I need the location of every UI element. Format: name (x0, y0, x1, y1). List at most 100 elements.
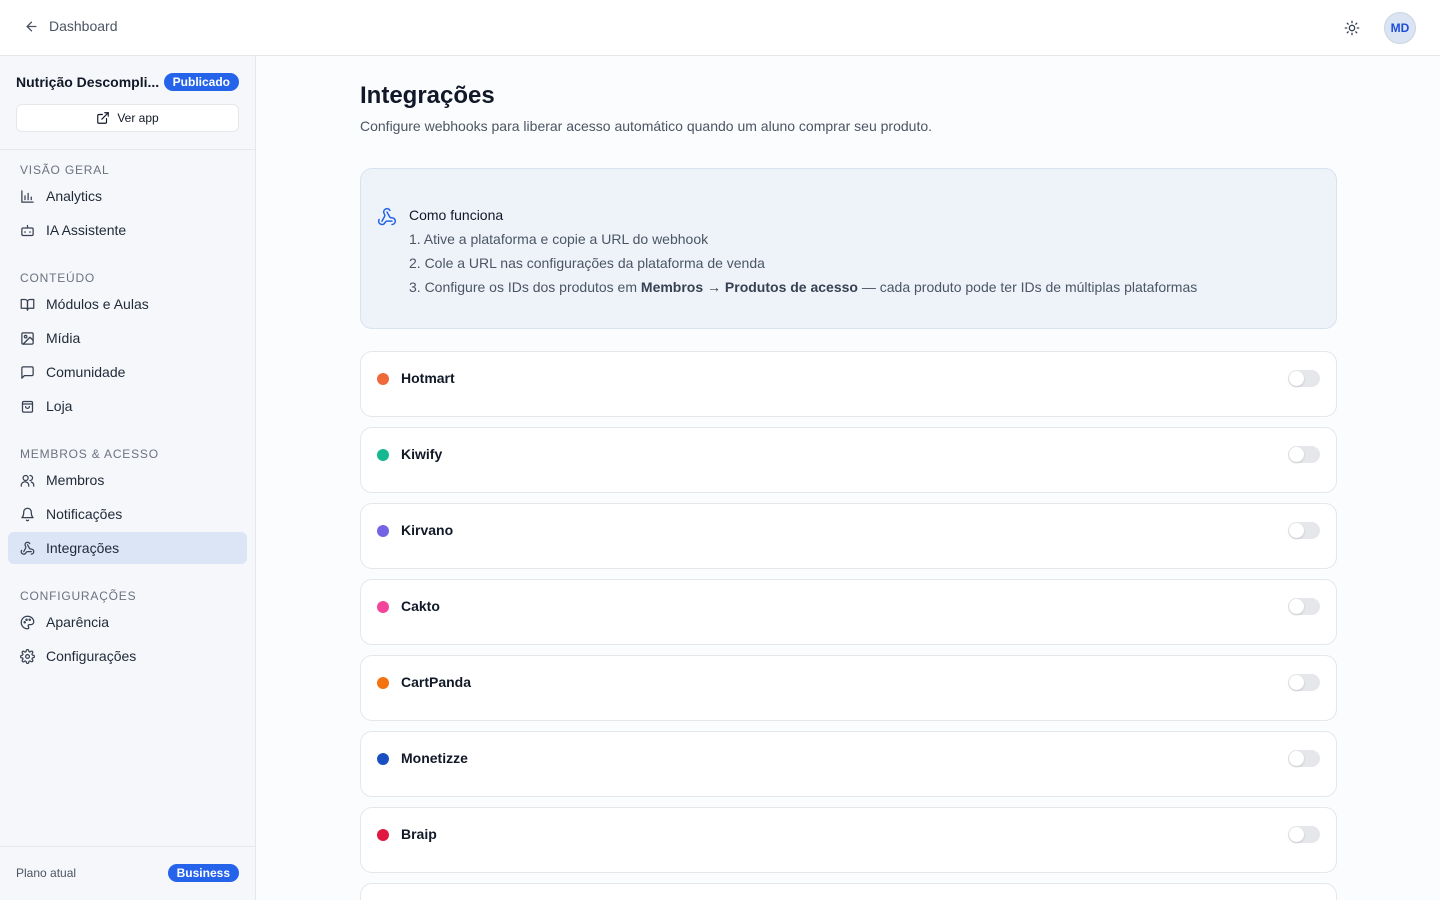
info-title: Como funciona (409, 207, 504, 223)
integration-name: Monetizze (401, 750, 468, 766)
sidebar-item-analytics[interactable]: Analytics (8, 180, 247, 212)
section-title-membros-acesso: MEMBROS & ACESSO (20, 447, 159, 461)
info-step-3: 3. Configure os IDs dos produtos em Memb… (409, 279, 1197, 295)
sidebar-item-label: IA Assistente (46, 222, 127, 238)
integration-toggle[interactable] (1288, 674, 1320, 691)
user-avatar[interactable]: MD (1384, 12, 1416, 44)
toggle-knob (1289, 827, 1304, 842)
integration-toggle[interactable] (1288, 446, 1320, 463)
plan-badge[interactable]: Business (167, 864, 239, 882)
sidebar-item-label: Configurações (46, 648, 137, 664)
gear-icon (20, 648, 35, 664)
sidebar-divider (0, 149, 256, 150)
toggle-knob (1289, 675, 1304, 690)
sidebar-item-label: Loja (46, 398, 73, 414)
sidebar-item-configuracoes[interactable]: Configurações (8, 640, 247, 672)
webhook-icon (377, 207, 396, 226)
integration-toggle[interactable] (1288, 750, 1320, 767)
palette-icon (20, 615, 35, 629)
sidebar-item-label: Integrações (46, 540, 120, 556)
how-it-works-panel: Como funciona 1. Ative a plataforma e co… (360, 168, 1337, 329)
status-dot (377, 449, 389, 461)
integration-name: Braip (401, 826, 437, 842)
users-icon (20, 474, 35, 487)
toggle-knob (1289, 523, 1304, 538)
sidebar-item-aparencia[interactable]: Aparência (8, 606, 247, 638)
plan-info: Plano atual Business (16, 864, 239, 882)
page-subtitle: Configure webhooks para liberar acesso a… (360, 118, 933, 134)
integration-name: Kiwify (401, 446, 443, 462)
integration-card-partial (360, 883, 1337, 900)
bar-chart-icon (21, 189, 34, 203)
integration-name: Kirvano (401, 522, 454, 538)
image-icon (21, 331, 34, 345)
info-step-2: 2. Cole a URL nas configurações da plata… (409, 255, 765, 271)
sidebar-item-label: Comunidade (46, 364, 126, 380)
section-title-visao-geral: VISÃO GERAL (20, 163, 110, 177)
info-step-1: 1. Ative a plataforma e copie a URL do w… (409, 231, 709, 247)
info-step-3-arrow: → (703, 279, 725, 295)
section-title-configuracoes: CONFIGURAÇÕES (20, 589, 137, 603)
status-dot (377, 753, 389, 765)
shopping-bag-icon (21, 400, 34, 413)
theme-toggle-button[interactable] (1336, 12, 1368, 44)
bot-icon (21, 224, 34, 236)
toggle-knob (1289, 599, 1304, 614)
page-title: Integrações (360, 82, 495, 109)
integration-card-braip: Braip (360, 807, 1337, 873)
top-bar: Dashboard MD (0, 0, 1440, 56)
back-label: Dashboard (49, 18, 118, 34)
status-dot (377, 677, 389, 689)
sidebar-item-comunidade[interactable]: Comunidade (8, 356, 247, 388)
status-badge: Publicado (163, 73, 239, 91)
sidebar-item-membros[interactable]: Membros (8, 464, 247, 496)
bell-icon (21, 507, 34, 521)
status-dot (377, 601, 389, 613)
arrow-left-icon (26, 21, 37, 31)
section-title-conteudo: CONTEÚDO (20, 271, 96, 285)
project-header: Nutrição Descompli... Publicado (16, 73, 239, 91)
integration-toggle[interactable] (1288, 370, 1320, 387)
sidebar-nav: VISÃO GERAL Analytics IA Assistente CONT… (8, 156, 247, 672)
integration-card-kiwify: Kiwify (360, 427, 1337, 493)
webhook-icon (20, 541, 35, 555)
info-step-3-bold-membros: Membros (640, 279, 704, 295)
plan-label: Plano atual (16, 866, 77, 880)
status-dot (377, 373, 389, 385)
integration-toggle[interactable] (1288, 598, 1320, 615)
sidebar-item-loja[interactable]: Loja (8, 390, 247, 422)
book-icon (20, 298, 35, 311)
sidebar-item-integracoes[interactable]: Integrações (8, 532, 247, 564)
sidebar-item-label: Notificações (46, 506, 123, 522)
integration-card-cakto: Cakto (360, 579, 1337, 645)
sidebar-item-label: Mídia (46, 330, 81, 346)
toggle-knob (1289, 371, 1304, 386)
sidebar-item-label: Módulos e Aulas (46, 296, 149, 312)
toggle-knob (1289, 751, 1304, 766)
sidebar-item-ia-assistente[interactable]: IA Assistente (8, 214, 247, 246)
sidebar-item-midia[interactable]: Mídia (8, 322, 247, 354)
sidebar-item-notificacoes[interactable]: Notificações (8, 498, 247, 530)
info-step-3-bold-produtos: Produtos de acesso (724, 279, 858, 295)
sidebar-footer-divider (0, 846, 256, 847)
integration-toggle[interactable] (1288, 826, 1320, 843)
view-app-label: Ver app (117, 111, 159, 125)
integration-card-cartpanda: CartPanda (360, 655, 1337, 721)
back-to-dashboard-link[interactable]: Dashboard (24, 18, 118, 34)
sidebar-item-label: Analytics (46, 188, 103, 204)
integration-card-monetizze: Monetizze (360, 731, 1337, 797)
view-app-button[interactable]: Ver app (16, 104, 239, 132)
sidebar-item-label: Aparência (46, 614, 110, 630)
integration-name: Hotmart (401, 370, 455, 386)
sidebar-item-modulos-aulas[interactable]: Módulos e Aulas (8, 288, 247, 320)
integration-card-hotmart: Hotmart (360, 351, 1337, 417)
external-link-icon (97, 112, 110, 124)
integration-toggle[interactable] (1288, 522, 1320, 539)
toggle-knob (1289, 447, 1304, 462)
info-step-3-suffix: — cada produto pode ter IDs de múltiplas… (857, 279, 1198, 295)
status-dot (377, 525, 389, 537)
integration-card-kirvano: Kirvano (360, 503, 1337, 569)
integration-name: Cakto (401, 598, 440, 614)
status-dot (377, 829, 389, 841)
project-name: Nutrição Descompli... (16, 74, 160, 90)
